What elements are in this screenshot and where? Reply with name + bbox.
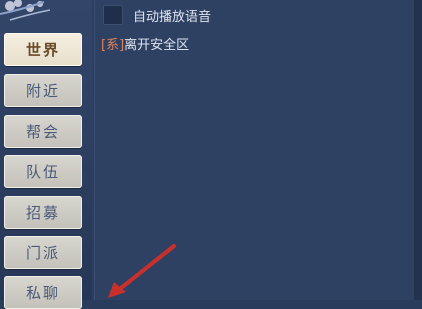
- tab-world[interactable]: 世界: [4, 33, 82, 66]
- system-message: [系]离开安全区: [101, 34, 189, 53]
- flower-ornament-icon: [0, 0, 51, 21]
- autoplay-voice-label: 自动播放语音: [133, 9, 212, 25]
- tab-guild[interactable]: 帮会: [4, 115, 82, 148]
- tab-sect[interactable]: 门派: [4, 236, 82, 269]
- tab-team[interactable]: 队伍: [4, 155, 82, 188]
- system-message-text: 离开安全区: [124, 38, 190, 53]
- autoplay-voice-row[interactable]: 自动播放语音: [103, 4, 211, 26]
- tab-nearby[interactable]: 附近: [4, 74, 82, 107]
- scrollbar-track[interactable]: [414, 0, 422, 300]
- red-arrow-icon: [108, 244, 176, 298]
- autoplay-voice-checkbox[interactable]: [103, 5, 123, 25]
- channel-sidebar: 世界 附近 帮会 队伍 招募 门派 私聊: [0, 0, 93, 309]
- tab-recruit[interactable]: 招募: [4, 196, 82, 229]
- tab-private-chat[interactable]: 私聊: [4, 276, 82, 309]
- system-tag: [系]: [101, 38, 125, 53]
